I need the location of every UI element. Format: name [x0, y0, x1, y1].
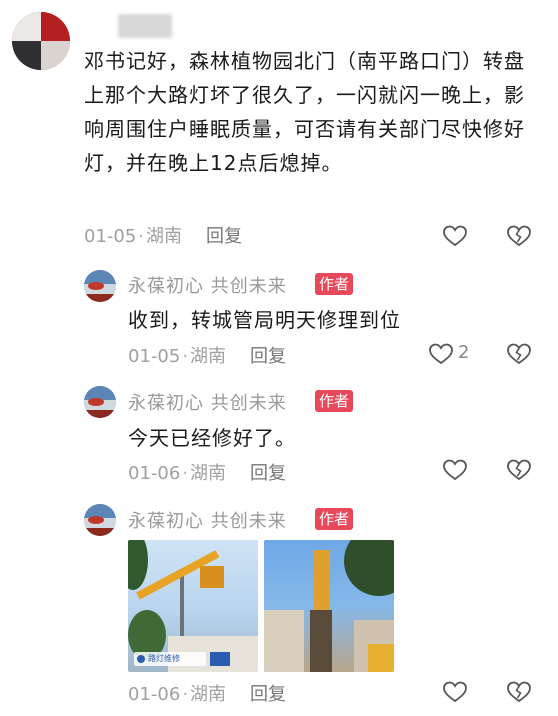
heart-outline-icon[interactable] [442, 224, 468, 248]
heart-outline-icon[interactable] [442, 680, 468, 704]
meta-separator: · [138, 226, 145, 247]
reply-text: 今天已经修好了。 [128, 426, 296, 450]
reply-text: 收到，转城管局明天修理到位 [128, 308, 401, 332]
broken-heart-icon[interactable] [506, 458, 532, 482]
broken-heart-icon[interactable] [506, 680, 532, 704]
meta-separator: · [182, 463, 189, 484]
like-count: 2 [458, 342, 470, 363]
reply-meta: 01-06 · 湖南 回复 [128, 680, 286, 706]
author-badge: 作者 [315, 273, 354, 295]
reply-location: 湖南 [190, 684, 227, 705]
watermark-logo-icon [137, 655, 145, 663]
comment-date: 01-05 [84, 226, 137, 247]
username[interactable]: 永葆初心 共创未来 [128, 389, 287, 415]
avatar[interactable] [84, 270, 116, 302]
meta-separator: · [182, 346, 189, 367]
reply-location: 湖南 [190, 346, 227, 367]
username[interactable]: 永葆初心 共创未来 [128, 507, 287, 533]
avatar[interactable] [12, 12, 70, 70]
reply-meta: 01-06 · 湖南 回复 [128, 459, 286, 485]
author-badge: 作者 [315, 508, 354, 530]
author-badge: 作者 [315, 390, 354, 412]
reply-button[interactable]: 回复 [206, 226, 242, 247]
meta-separator: · [182, 684, 189, 705]
reply-date: 01-06 [128, 684, 181, 705]
username[interactable]: 永葆初心 共创未来 [128, 272, 287, 298]
comment-text: 邓书记好，森林植物园北门（南平路口门）转盘上那个大路灯坏了很久了，一闪就闪一晚上… [84, 49, 525, 175]
watermark-text: 路灯维修 [148, 654, 180, 663]
comment-meta: 01-05 · 湖南 回复 [84, 222, 242, 248]
repair-photo[interactable]: 路灯维修 [128, 540, 258, 672]
repair-photo[interactable] [264, 540, 394, 672]
reply-date: 01-05 [128, 346, 181, 367]
reply-location: 湖南 [190, 463, 227, 484]
reply-button[interactable]: 回复 [250, 463, 286, 484]
watermark: 路灯维修 [134, 652, 206, 666]
heart-outline-icon[interactable] [428, 342, 454, 366]
reply-button[interactable]: 回复 [250, 346, 286, 367]
broken-heart-icon[interactable] [506, 224, 532, 248]
avatar[interactable] [84, 504, 116, 536]
avatar[interactable] [84, 386, 116, 418]
reply-button[interactable]: 回复 [250, 684, 286, 705]
comment-location: 湖南 [146, 226, 183, 247]
reply-meta: 01-05 · 湖南 回复 [128, 342, 286, 368]
blurred-username [118, 14, 172, 38]
broken-heart-icon[interactable] [506, 342, 532, 366]
heart-outline-icon[interactable] [442, 458, 468, 482]
reply-date: 01-06 [128, 463, 181, 484]
watermark-badge [210, 652, 230, 666]
